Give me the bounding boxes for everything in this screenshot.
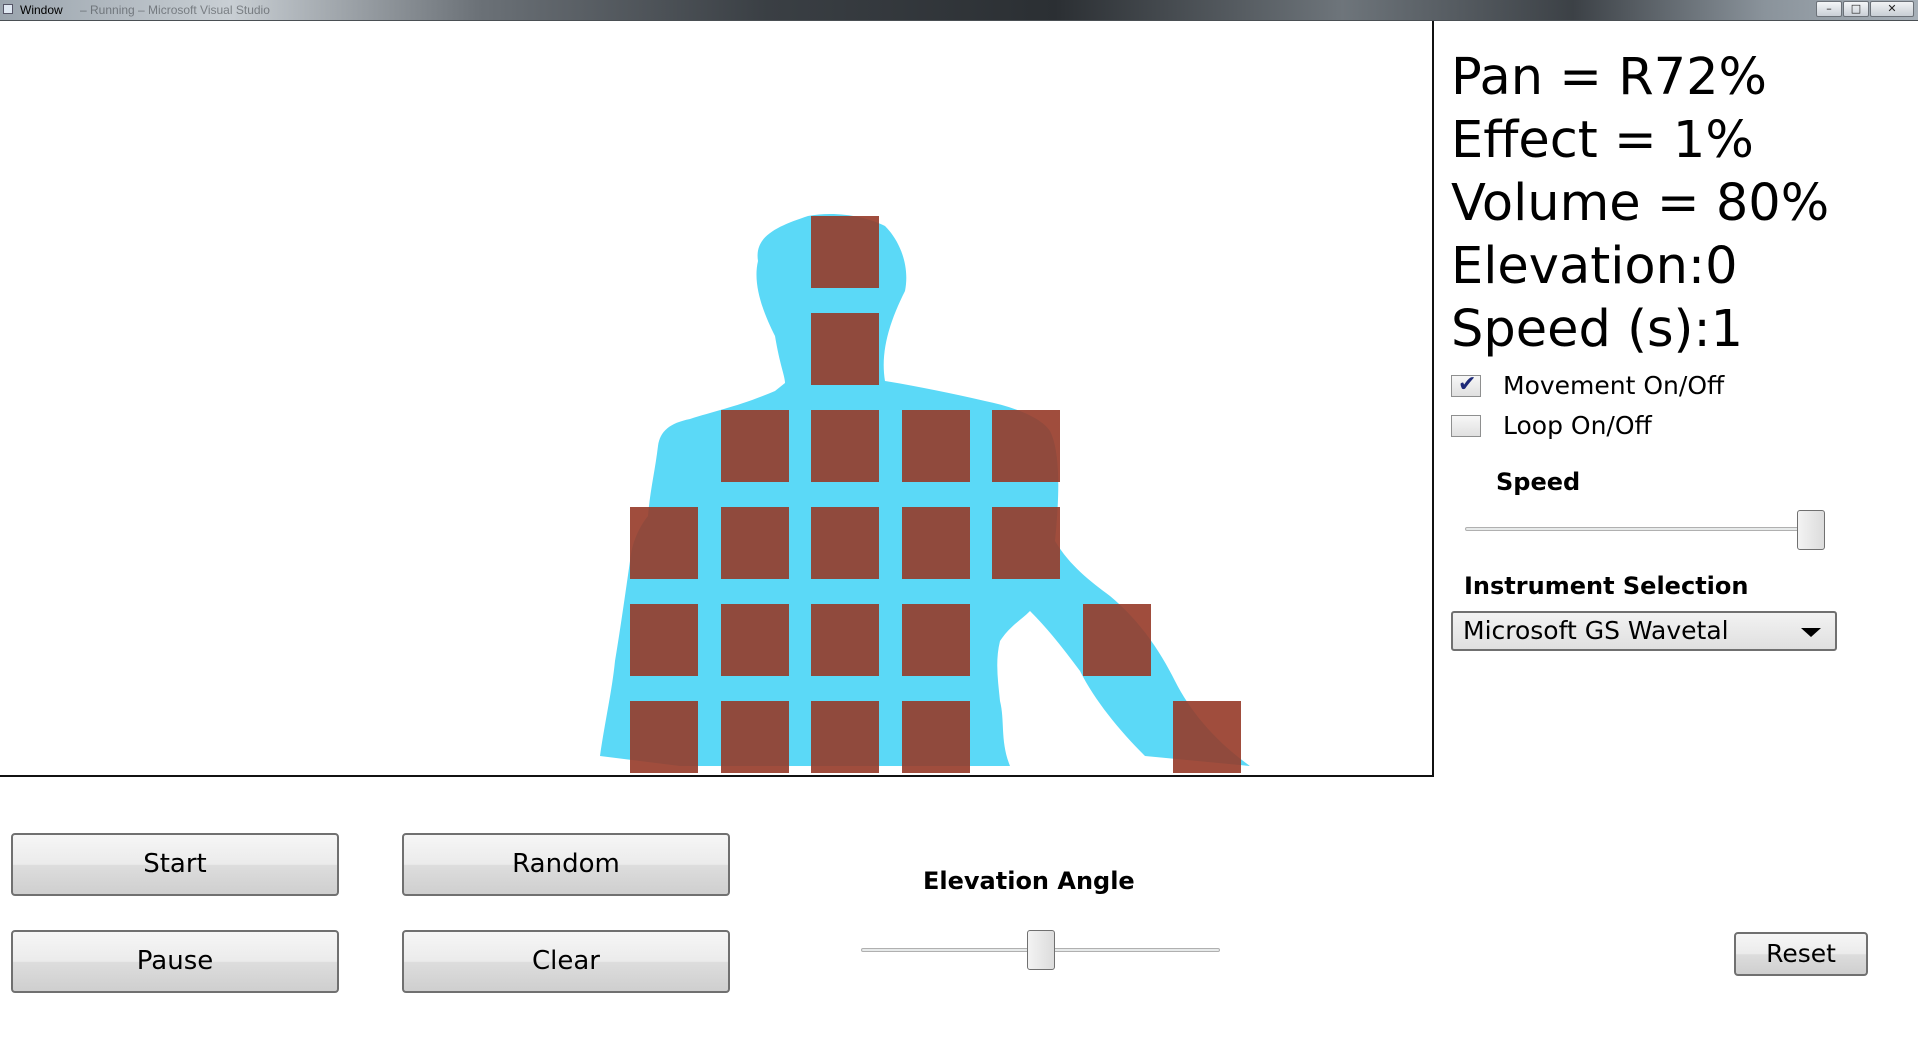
speed-slider-track[interactable] [1465,527,1825,531]
grid-cell [811,604,879,676]
grid-cell [811,313,879,385]
chevron-down-icon [1801,628,1821,637]
grid-cell [901,507,970,579]
movement-checkbox[interactable]: ✔ [1451,371,1481,397]
clear-button[interactable]: Clear [402,930,730,993]
grid-cell [811,410,879,482]
loop-toggle[interactable]: ✔ Loop On/Off [1451,411,1652,440]
loop-checkbox[interactable]: ✔ [1451,414,1481,437]
volume-readout: Volume = 80% [1451,174,1830,233]
grid-cell [901,410,970,482]
body-silhouette [600,214,1250,767]
depth-view[interactable] [0,21,1434,777]
movement-toggle[interactable]: ✔ Movement On/Off [1451,371,1724,400]
grid-cell [992,507,1060,579]
grid-cell [630,507,698,579]
maximize-button[interactable]: □ [1843,1,1869,17]
grid-cell [901,701,970,773]
movement-label: Movement On/Off [1503,371,1725,400]
pause-button[interactable]: Pause [11,930,339,993]
grid-cell [901,604,970,676]
grid-cell [1173,701,1241,773]
grid-cell [1082,604,1151,676]
pan-readout: Pan = R72% [1451,48,1767,107]
minimize-button[interactable]: – [1816,1,1842,17]
close-button[interactable]: ✕ [1870,1,1914,17]
grid-cell [720,604,789,676]
start-button[interactable]: Start [11,833,339,896]
elevation-readout: Elevation:0 [1451,237,1738,296]
instrument-label: Instrument Selection [1464,572,1749,600]
elevation-slider-thumb[interactable] [1026,930,1055,970]
effect-readout: Effect = 1% [1451,111,1754,170]
grid-cell [720,507,789,579]
speed-slider-label: Speed [1496,468,1581,496]
grid-cell [630,701,698,773]
loop-label: Loop On/Off [1503,411,1652,440]
grid-cell [630,604,698,676]
speed-readout: Speed (s):1 [1451,300,1744,359]
elevation-slider-label: Elevation Angle [923,867,1135,895]
instrument-selected: Microsoft GS Wavetal [1463,616,1729,645]
random-button[interactable]: Random [402,833,730,896]
grid-cell [720,410,789,482]
grid-cell [720,701,789,773]
window-controls: – □ ✕ [1816,1,1914,17]
reset-button[interactable]: Reset [1734,932,1868,976]
grid-cell [811,701,879,773]
grid-cell [811,507,879,579]
window-title: Window [20,3,63,17]
grid-cell [811,216,879,288]
app-icon [3,4,13,14]
speed-slider-thumb[interactable] [1797,510,1825,550]
instrument-dropdown[interactable]: Microsoft GS Wavetal [1451,611,1837,651]
title-bar: Window – Running – Microsoft Visual Stud… [0,0,1918,21]
grid-cell [992,410,1060,482]
check-icon: ✔ [1458,371,1477,397]
window-title-extra: – Running – Microsoft Visual Studio [80,3,270,17]
